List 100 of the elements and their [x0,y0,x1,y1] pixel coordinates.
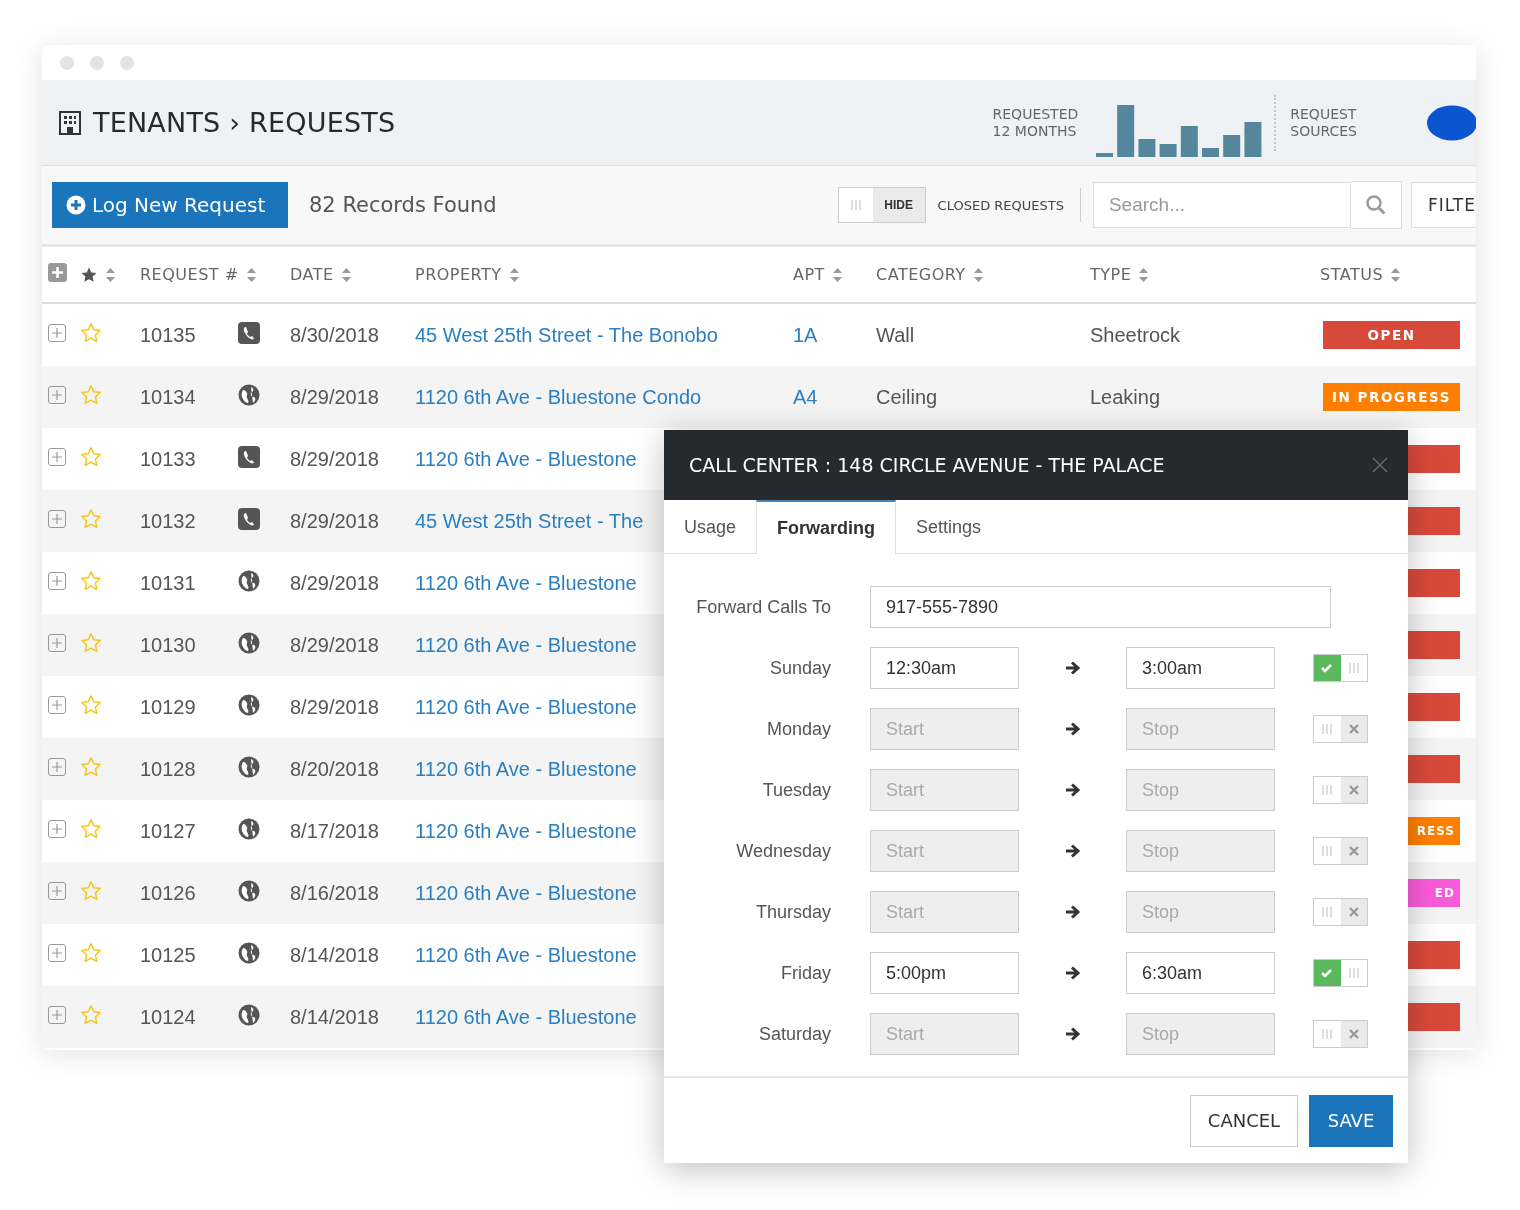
request-number: 10132 [140,509,197,533]
request-number: 10128 [140,757,197,781]
star-icon[interactable] [80,631,102,654]
expand-row-icon[interactable] [48,447,66,466]
property-link[interactable]: 1120 6th Ave - Bluestone [415,571,637,594]
star-icon[interactable] [80,445,102,468]
sort-icon[interactable] [973,267,983,282]
expand-row-icon[interactable] [48,757,66,776]
property-link[interactable]: 1120 6th Ave - Bluestone [415,819,637,842]
property-link[interactable]: 1120 6th Ave - Bluestone Condo [415,385,702,408]
property-link[interactable]: 1120 6th Ave - Bluestone [415,633,637,656]
day-toggle[interactable] [1313,837,1368,865]
window-dot[interactable] [90,55,104,70]
sort-icon[interactable] [509,267,519,282]
sort-icon[interactable] [246,267,256,282]
property-link[interactable]: 1120 6th Ave - Bluestone [415,695,637,718]
day-toggle[interactable] [1313,715,1368,743]
day-label: Monday [765,718,831,740]
expand-row-icon[interactable] [48,633,66,652]
property-link[interactable]: 1120 6th Ave - Bluestone [415,943,637,966]
star-icon[interactable] [80,755,102,778]
day-toggle[interactable] [1313,654,1368,682]
date-cell-text: 8/29/2018 [290,447,380,471]
star-icon[interactable] [80,383,102,406]
forward-number-field[interactable]: 917-555-7890 [870,586,1331,628]
date-cell-text: 8/17/2018 [290,819,380,843]
expand-row-icon[interactable] [48,571,66,590]
status-badge: OPEN [1323,321,1460,349]
start-time-field[interactable]: 12:30am [870,647,1019,689]
expand-row-icon[interactable] [48,1005,66,1024]
expand-row-icon[interactable] [48,943,66,962]
star-icon[interactable] [80,569,102,592]
column-header[interactable]: STATUS [1320,265,1384,284]
expand-row-icon[interactable] [48,819,66,838]
expand-row-icon[interactable] [48,323,66,342]
stop-time-field[interactable]: 6:30am [1126,952,1275,994]
expand-row-icon[interactable] [48,881,66,900]
search-field[interactable]: Search... [1092,182,1351,228]
plus-circle-icon [66,195,86,215]
window-dot[interactable] [60,55,74,70]
sort-icon[interactable] [106,267,115,282]
column-header[interactable]: APT [793,265,825,284]
arrow-icon [1065,721,1081,737]
column-header[interactable]: REQUEST # [140,265,239,284]
property-link[interactable]: 1120 6th Ave - Bluestone [415,881,637,904]
log-new-request-button[interactable]: Log New Request [52,182,288,228]
column-header[interactable]: CATEGORY [876,265,966,284]
search-button[interactable] [1350,181,1402,229]
sort-icon[interactable] [341,267,351,282]
star-icon[interactable] [80,321,102,344]
request-number: 10126 [140,881,197,905]
property-link[interactable]: 1120 6th Ave - Bluestone [415,447,637,470]
x-icon [1347,845,1360,857]
star-icon[interactable] [80,879,102,902]
day-toggle[interactable] [1313,959,1368,987]
sort-icon[interactable] [1391,267,1401,282]
field-label: Forward Calls To [695,596,831,618]
star-icon[interactable] [80,693,102,716]
day-toggle[interactable] [1313,776,1368,804]
day-toggle[interactable] [1313,1020,1368,1048]
date-cell-text: 8/29/2018 [290,571,380,595]
window-dot[interactable] [120,55,134,70]
cancel-button[interactable]: CANCEL [1190,1094,1298,1147]
start-time-field[interactable]: 5:00pm [870,952,1019,994]
filter-button[interactable]: FILTE [1410,182,1476,228]
phone-icon [238,507,260,530]
star-icon[interactable] [80,817,102,840]
globe-icon [238,941,260,964]
records-count: 82 Records Found [309,193,497,217]
request-number: 10129 [140,695,197,719]
toggle-indicator[interactable] [1314,960,1341,986]
save-button[interactable]: SAVE [1309,1094,1393,1147]
star-icon[interactable] [80,1003,102,1026]
star-icon[interactable] [80,507,102,530]
arrow-icon [1065,843,1081,859]
x-icon [1347,723,1360,735]
property-link[interactable]: 1120 6th Ave - Bluestone [415,1005,637,1028]
apartment-link[interactable]: A4 [793,385,818,408]
property-link[interactable]: 45 West 25th Street - The [415,509,644,532]
property-link[interactable]: 45 West 25th Street - The Bonobo [415,323,718,346]
expand-row-icon[interactable] [48,509,66,528]
column-header[interactable]: TYPE [1090,265,1132,284]
apartment-link[interactable]: 1A [793,323,818,346]
column-header[interactable]: DATE [290,265,334,284]
property-link[interactable]: 1120 6th Ave - Bluestone [415,757,637,780]
expand-row-icon[interactable] [48,385,66,404]
day-toggle[interactable] [1313,898,1368,926]
sort-icon[interactable] [832,267,842,282]
close-icon[interactable] [1372,457,1388,473]
hide-toggle[interactable]: HIDE [837,187,926,223]
sort-icon[interactable] [1139,267,1149,282]
toggle-indicator[interactable] [1314,655,1341,681]
expand-row-icon[interactable] [48,695,66,714]
star-icon[interactable] [80,941,102,964]
pie-chart-drawing [1427,104,1476,141]
expand-all-icon[interactable] [48,263,67,282]
type-cell: Leaking [1090,385,1161,408]
stop-time-field[interactable]: 3:00am [1126,647,1275,689]
column-header[interactable]: PROPERTY [415,265,502,284]
dialog-tab[interactable]: Forwarding [756,500,897,554]
